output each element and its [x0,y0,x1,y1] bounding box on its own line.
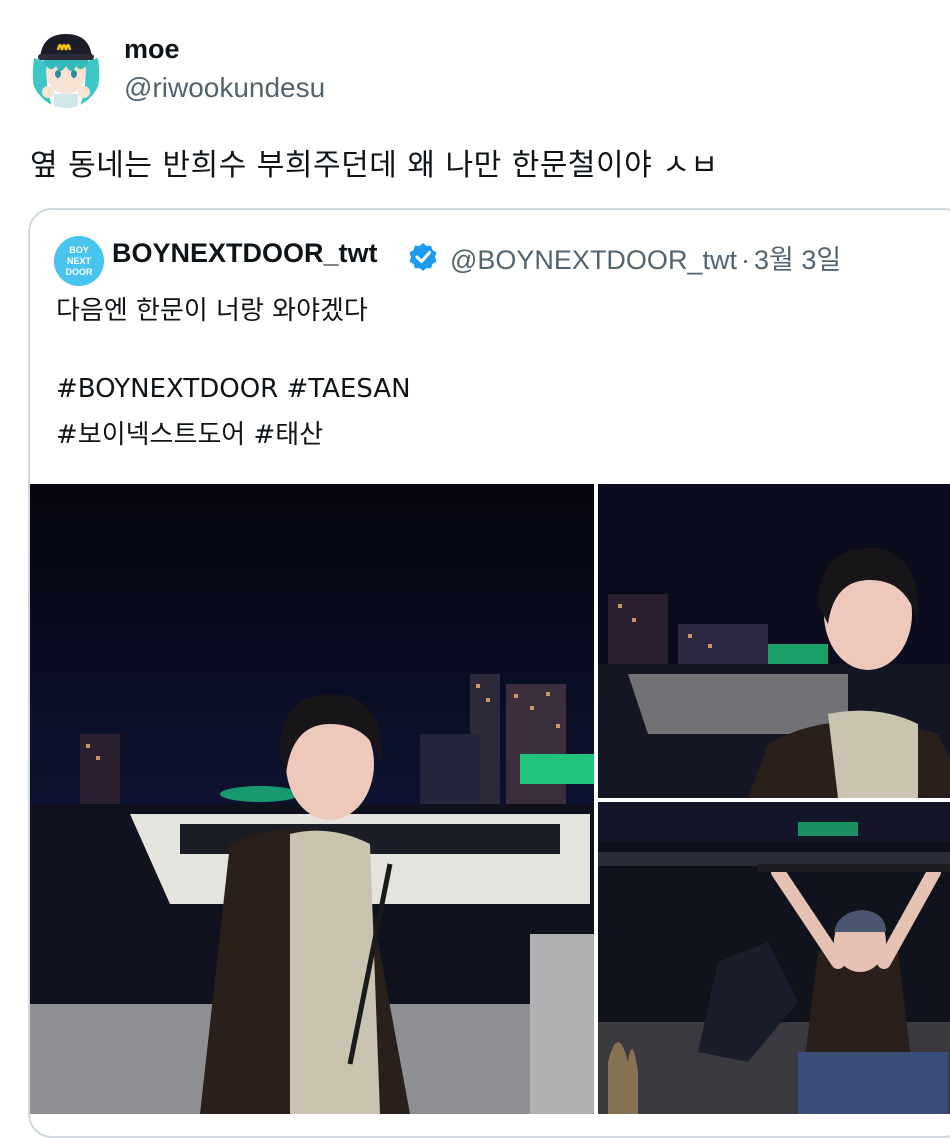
logo-line-3: DOOR [66,267,94,277]
author-name[interactable]: moe [124,34,180,65]
quoted-text-line-1: 다음엔 한문이 너랑 와야겠다 [56,296,368,326]
quoted-hashtags-line-2[interactable]: #보이넥스트도어 #태산 [56,414,323,451]
author-handle[interactable]: @riwookundesu [124,72,325,104]
quoted-author-avatar[interactable]: BOY NEXT DOOR [54,236,104,286]
author-avatar[interactable] [30,28,102,108]
quoted-author-handle[interactable]: @BOYNEXTDOOR_twt [450,245,737,275]
photo-large-left[interactable] [30,484,594,1114]
photo-bottom-right[interactable] [598,802,950,1114]
tweet: moe @riwookundesu 옆 동네는 반희수 부희주던데 왜 나만 한… [0,0,950,1138]
logo-line-1: BOY [69,245,89,255]
verified-badge-icon [408,242,438,272]
quoted-author-name[interactable]: BOYNEXTDOOR_twt [112,238,378,269]
quoted-hashtags-line-1[interactable]: #BOYNEXTDOOR #TAESAN [56,374,411,404]
tweet-text: 옆 동네는 반희수 부희주던데 왜 나만 한문철이야 ㅅㅂ [30,148,719,183]
quoted-date[interactable]: 3월 3일 [754,245,841,275]
meta-separator: · [740,245,750,275]
logo-line-2: NEXT [67,256,92,266]
quoted-meta: @BOYNEXTDOOR_twt · 3월 3일 [450,238,841,277]
quoted-tweet-card[interactable]: BOY NEXT DOOR BOYNEXTDOOR_twt @BOYNEXTDO… [28,208,950,1138]
photo-top-right[interactable] [598,484,950,798]
